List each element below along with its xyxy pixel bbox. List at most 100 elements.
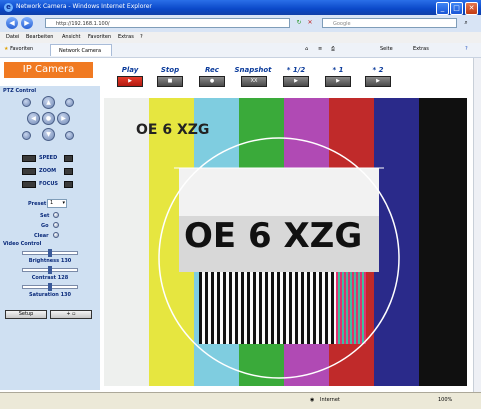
diag-up-right-button[interactable] (65, 98, 74, 107)
zoom-label: ZOOM (39, 168, 57, 174)
page-menu[interactable]: Seite (380, 46, 393, 52)
feeds-icon[interactable]: ≡ (318, 46, 322, 52)
web-page: IP Camera Play ▶ Stop ■ Rec ● Snapshot X… (0, 58, 481, 392)
tab-network-camera[interactable]: Network Camera (50, 44, 112, 56)
pan-right-button[interactable]: ▶ (57, 112, 70, 125)
chevron-down-icon: ▾ (62, 200, 65, 206)
arrow-up-icon: ▲ (46, 99, 51, 106)
status-bar: ◉ Internet 100% (0, 392, 481, 409)
brand-title: IP Camera (4, 62, 93, 78)
contrast-slider-knob[interactable] (48, 266, 52, 274)
speed-increase-button[interactable] (64, 155, 73, 162)
window-title-bar: e Network Camera - Windows Internet Expl… (0, 0, 481, 15)
address-toolbar: ◀ ▶ http://192.168.1.100/ ↻ ✕ Google ⌕ (0, 15, 481, 33)
menu-item-tools[interactable]: Extras (118, 34, 134, 40)
menu-item-favorites[interactable]: Favoriten (88, 34, 111, 40)
brightness-slider[interactable] (22, 249, 78, 257)
set-label: Set (40, 213, 50, 219)
arrow-right-icon: ▶ (61, 115, 66, 122)
double-size-button[interactable]: ▶ (365, 76, 391, 87)
record-button[interactable]: ● (199, 76, 225, 87)
home-position-button[interactable]: ● (42, 112, 55, 125)
favorites-bar: ★ Favoriten Network Camera ⌂ ≡ ⎙ Seite E… (0, 43, 481, 58)
arrow-down-icon: ▼ (46, 131, 51, 138)
close-button[interactable]: ✕ (465, 2, 478, 15)
contrast-slider[interactable] (22, 266, 78, 274)
video-control-title: Video Control (3, 241, 42, 247)
back-button[interactable]: ◀ (6, 17, 18, 29)
tilt-down-button[interactable]: ▼ (42, 128, 55, 141)
menu-item-help[interactable]: ? (140, 34, 143, 40)
center-icon: ● (45, 115, 52, 122)
maximize-button[interactable]: □ (450, 2, 463, 15)
osd-small-text: OE 6 XZG (136, 122, 210, 138)
brightness-label: Brightness 130 (28, 258, 72, 264)
video-stream: OE 6 XZG OE 6 XZG (104, 98, 467, 386)
control-label-rec: Rec (205, 66, 219, 74)
minimize-button[interactable]: _ (436, 2, 449, 15)
osd-large-text: OE 6 XZG (184, 216, 363, 256)
star-icon: ★ (4, 46, 9, 52)
window-title: Network Camera - Windows Internet Explor… (16, 3, 152, 10)
stop-button[interactable]: ■ (157, 76, 183, 87)
zoom-level[interactable]: 100% (438, 397, 452, 403)
focus-near-button[interactable] (22, 181, 36, 188)
control-label-two: * 2 (372, 66, 384, 74)
diag-down-right-button[interactable] (65, 131, 74, 140)
preset-label: Preset (28, 201, 47, 207)
speed-label: SPEED (39, 155, 58, 161)
search-input[interactable]: Google (322, 18, 457, 28)
tilt-up-button[interactable]: ▲ (42, 96, 55, 109)
clear-label: Clear (34, 233, 49, 239)
speed-decrease-button[interactable] (22, 155, 36, 162)
vertical-scrollbar[interactable] (473, 58, 481, 392)
print-icon[interactable]: ⎙ (331, 46, 335, 52)
preset-select[interactable]: 1 ▾ (47, 199, 67, 208)
ie-logo-icon: e (4, 3, 13, 12)
control-label-half: * 1/2 (286, 66, 306, 74)
menu-item-edit[interactable]: Bearbeiten (26, 34, 53, 40)
control-panel: PTZ Control ▲ ◀ ● ▶ ▼ SPEED ZOOM FOCUS P… (0, 86, 100, 390)
pan-left-button[interactable]: ◀ (27, 112, 40, 125)
saturation-slider-knob[interactable] (48, 283, 52, 291)
control-label-stop: Stop (160, 66, 180, 74)
preset-set-button[interactable] (53, 212, 59, 218)
preset-go-button[interactable] (53, 222, 59, 228)
search-icon[interactable]: ⌕ (462, 19, 470, 27)
menu-item-file[interactable]: Datei (6, 34, 19, 40)
security-zone: Internet (320, 397, 340, 403)
focus-far-button[interactable] (64, 181, 73, 188)
menu-item-view[interactable]: Ansicht (62, 34, 80, 40)
saturation-slider[interactable] (22, 283, 78, 291)
ptz-title: PTZ Control (3, 88, 37, 94)
control-label-play: Play (121, 66, 139, 74)
go-label: Go (41, 223, 49, 229)
focus-label: FOCUS (39, 181, 58, 187)
help-icon[interactable]: ? (465, 46, 468, 52)
zoom-out-button[interactable] (22, 168, 36, 175)
snapshot-button[interactable]: XX (241, 76, 267, 87)
diag-down-left-button[interactable] (22, 131, 31, 140)
preset-clear-button[interactable] (53, 232, 59, 238)
home-icon[interactable]: ⌂ (305, 46, 308, 52)
brightness-slider-knob[interactable] (48, 249, 52, 257)
fullscreen-button[interactable]: + ▫ (50, 310, 92, 319)
contrast-label: Contrast 128 (31, 275, 69, 281)
url-input[interactable]: http://192.168.1.100/ (45, 18, 290, 28)
diag-up-left-button[interactable] (22, 98, 31, 107)
half-size-button[interactable]: ▶ (283, 76, 309, 87)
arrow-left-icon: ◀ (31, 115, 36, 122)
zoom-in-button[interactable] (64, 168, 73, 175)
refresh-icon[interactable]: ↻ (295, 19, 303, 27)
setup-button[interactable]: Setup (5, 310, 47, 319)
saturation-label: Saturation 130 (28, 292, 72, 298)
stop-icon[interactable]: ✕ (306, 19, 314, 27)
globe-icon: ◉ (310, 397, 315, 403)
tools-menu[interactable]: Extras (413, 46, 429, 52)
forward-button[interactable]: ▶ (21, 17, 33, 29)
favorites-button[interactable]: ★ Favoriten (4, 46, 33, 52)
play-button[interactable]: ▶ (117, 76, 143, 87)
normal-size-button[interactable]: ▶ (325, 76, 351, 87)
fullscreen-icon: + ▫ (66, 311, 76, 317)
control-label-snapshot: Snapshot (234, 66, 272, 74)
